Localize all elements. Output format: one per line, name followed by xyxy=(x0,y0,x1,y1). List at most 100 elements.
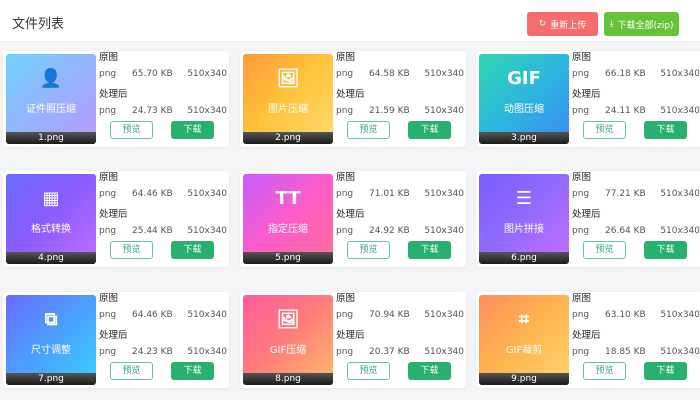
original-dimensions: 510x340 xyxy=(660,69,700,79)
original-dimensions: 510x340 xyxy=(660,310,700,320)
original-heading: 原图 xyxy=(99,293,119,304)
file-thumbnail: ⧉ 尺寸调整 7.png xyxy=(6,295,96,385)
download-button[interactable]: 下载 xyxy=(171,241,214,259)
file-card: 🖼 GIF压缩 8.png 原图 png 70.94 KB 510x340 处理后 png 20.… xyxy=(240,292,466,388)
processed-format: png xyxy=(572,226,590,236)
file-card: GIF 动图压缩 3.png 原图 png 66.18 KB 510x340 处理后 png 24… xyxy=(476,51,700,147)
processed-size: 24.92 KB xyxy=(369,226,410,236)
processed-dimensions: 510x340 xyxy=(187,106,227,116)
refresh-icon: ↻ xyxy=(538,18,547,29)
original-details: png 66.18 KB 510x340 xyxy=(572,68,700,80)
processed-size: 20.37 KB xyxy=(369,347,410,357)
processed-heading: 处理后 xyxy=(336,89,365,100)
reupload-label: 重新上传 xyxy=(550,20,587,31)
original-label: 原图 xyxy=(572,172,700,184)
original-format: png xyxy=(572,310,590,320)
image-icon: 🖼 xyxy=(276,68,300,89)
thumbnail-image: 🖼 图片压缩 xyxy=(243,54,333,132)
processed-size: 24.73 KB xyxy=(132,106,173,116)
processed-details: png 21.59 KB 510x340 xyxy=(336,105,464,117)
thumbnail-caption: GIF压缩 xyxy=(269,345,307,356)
original-format: png xyxy=(336,310,354,320)
page-title: 文件列表 xyxy=(12,17,65,32)
file-card: ⧉ 尺寸调整 7.png 原图 png 64.46 KB 510x340 处理后 png 24.2… xyxy=(3,292,229,388)
original-heading: 原图 xyxy=(336,52,356,63)
original-details: png 70.94 KB 510x340 xyxy=(336,309,464,321)
file-name: 6.png xyxy=(479,252,569,264)
original-details: png 77.21 KB 510x340 xyxy=(572,188,700,200)
thumbnail-image: 👤 证件照压缩 xyxy=(6,54,96,132)
original-heading: 原图 xyxy=(99,52,119,63)
original-format: png xyxy=(572,189,590,199)
original-details: png 63.10 KB 510x340 xyxy=(572,309,700,321)
download-all-button[interactable]: ⤓ 下载全部(zip) xyxy=(604,12,679,36)
download-button[interactable]: 下载 xyxy=(171,362,214,380)
file-thumbnail: ☰ 图片拼接 6.png xyxy=(479,174,569,264)
preview-button[interactable]: 预览 xyxy=(110,362,153,380)
processed-size: 25.44 KB xyxy=(132,226,173,236)
preview-button[interactable]: 预览 xyxy=(347,241,390,259)
original-dimensions: 510x340 xyxy=(424,189,464,199)
thumbnail-caption: 指定压缩 xyxy=(268,224,308,235)
download-button[interactable]: 下载 xyxy=(408,241,451,259)
processed-dimensions: 510x340 xyxy=(660,347,700,357)
processed-heading: 处理后 xyxy=(572,89,601,100)
file-name: 3.png xyxy=(479,132,569,144)
processed-format: png xyxy=(336,226,354,236)
preview-button[interactable]: 预览 xyxy=(347,362,390,380)
original-format: png xyxy=(336,189,354,199)
file-name: 8.png xyxy=(243,373,333,385)
processed-format: png xyxy=(572,347,590,357)
processed-label: 处理后 xyxy=(336,89,464,101)
download-all-label: 下载全部(zip) xyxy=(617,20,674,31)
preview-button[interactable]: 预览 xyxy=(110,121,153,139)
download-button[interactable]: 下载 xyxy=(644,121,687,139)
download-button[interactable]: 下载 xyxy=(644,241,687,259)
processed-details: png 18.85 KB 510x340 xyxy=(572,346,700,358)
download-button[interactable]: 下载 xyxy=(408,121,451,139)
file-thumbnail: ▦ 格式转换 4.png xyxy=(6,174,96,264)
processed-details: png 24.11 KB 510x340 xyxy=(572,105,700,117)
thumbnail-image: GIF 动图压缩 xyxy=(479,54,569,132)
file-name: 5.png xyxy=(243,252,333,264)
thumbnail-caption: 图片拼接 xyxy=(504,224,544,235)
preview-button[interactable]: 预览 xyxy=(583,121,626,139)
crop-icon: ⌗ xyxy=(518,309,530,330)
processed-format: png xyxy=(336,347,354,357)
processed-format: png xyxy=(336,106,354,116)
processed-size: 24.11 KB xyxy=(605,106,646,116)
processed-dimensions: 510x340 xyxy=(424,106,464,116)
processed-heading: 处理后 xyxy=(572,209,601,220)
original-size: 71.01 KB xyxy=(369,189,410,199)
file-card: ⌗ GIF裁剪 9.png 原图 png 63.10 KB 510x340 处理后 png 18.… xyxy=(476,292,700,388)
file-card: TT 指定压缩 5.png 原图 png 71.01 KB 510x340 处理后 png 24.… xyxy=(240,171,466,267)
original-dimensions: 510x340 xyxy=(424,69,464,79)
original-heading: 原图 xyxy=(336,293,356,304)
download-button[interactable]: 下载 xyxy=(644,362,687,380)
processed-details: png 20.37 KB 510x340 xyxy=(336,346,464,358)
original-label: 原图 xyxy=(99,293,227,305)
file-card: 👤 证件照压缩 1.png 原图 png 65.70 KB 510x340 处理后 png 24.… xyxy=(3,51,229,147)
thumbnail-image: TT 指定压缩 xyxy=(243,174,333,252)
preview-button[interactable]: 预览 xyxy=(347,121,390,139)
processed-heading: 处理后 xyxy=(572,330,601,341)
reupload-button[interactable]: ↻ 重新上传 xyxy=(527,12,598,36)
processed-heading: 处理后 xyxy=(99,89,128,100)
preview-button[interactable]: 预览 xyxy=(583,362,626,380)
preview-button[interactable]: 预览 xyxy=(110,241,153,259)
original-details: png 64.46 KB 510x340 xyxy=(99,188,227,200)
download-button[interactable]: 下载 xyxy=(408,362,451,380)
thumbnail-caption: 证件照压缩 xyxy=(26,104,76,115)
original-size: 64.58 KB xyxy=(369,69,410,79)
download-button[interactable]: 下载 xyxy=(171,121,214,139)
original-label: 原图 xyxy=(336,172,464,184)
original-format: png xyxy=(99,69,117,79)
processed-format: png xyxy=(99,347,117,357)
thumbnail-image: 🖼 GIF压缩 xyxy=(243,295,333,373)
original-size: 64.46 KB xyxy=(132,189,173,199)
original-format: png xyxy=(572,69,590,79)
preview-button[interactable]: 预览 xyxy=(583,241,626,259)
original-label: 原图 xyxy=(336,293,464,305)
file-thumbnail: TT 指定压缩 5.png xyxy=(243,174,333,264)
thumbnail-caption: 图片压缩 xyxy=(268,104,308,115)
